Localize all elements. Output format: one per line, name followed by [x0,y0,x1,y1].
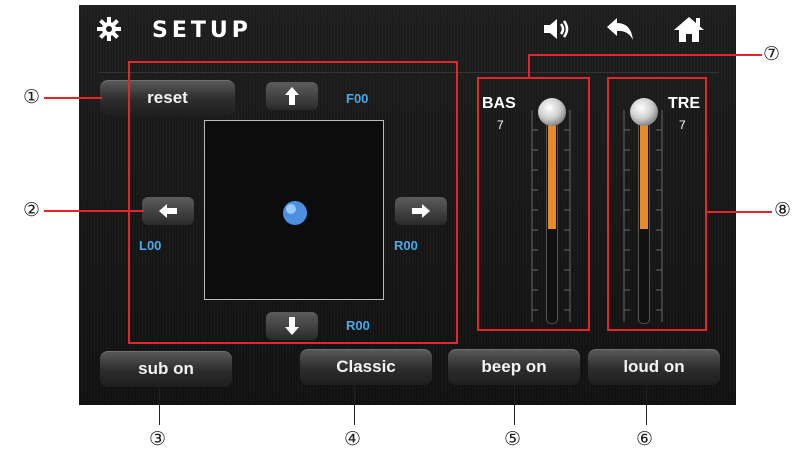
balance-pad[interactable] [204,120,384,300]
callout-line-4 [354,385,355,425]
callout-line-1 [44,97,102,99]
bass-slider-fill [548,113,556,229]
front-button[interactable] [266,82,318,110]
callout-4: ④ [344,428,362,450]
front-value: F00 [346,91,369,106]
bass-value: 7 [497,118,504,132]
arrow-down-icon [285,317,299,335]
callout-line-7a [528,55,530,79]
left-button[interactable] [142,197,194,225]
callout-line-7b [528,54,762,56]
beep-button[interactable]: beep on [448,349,580,385]
callout-line-2 [44,210,144,212]
arrow-up-icon [285,87,299,105]
rear-value: R00 [346,318,370,333]
callout-line-6 [646,385,647,425]
volume-icon[interactable] [540,14,574,44]
bass-label: BAS [482,95,516,112]
callout-7: ⑦ [763,43,781,65]
back-icon[interactable] [603,14,637,44]
bass-slider-knob[interactable] [538,98,566,126]
right-value: R00 [394,238,418,253]
classic-button[interactable]: Classic [300,349,432,385]
treble-label: TRE [668,95,700,112]
treble-value: 7 [679,118,686,132]
left-value: L00 [139,238,162,253]
callout-line-5 [514,385,515,425]
arrow-right-icon [412,204,430,218]
home-icon[interactable] [672,14,706,44]
treble-slider-knob[interactable] [630,98,658,126]
sub-button[interactable]: sub on [100,351,232,387]
callout-1: ① [23,86,41,108]
loud-button[interactable]: loud on [588,349,720,385]
callout-6: ⑥ [636,428,654,450]
treble-slider-track[interactable] [638,110,650,324]
callout-line-3 [159,387,160,425]
callout-5: ⑤ [504,428,522,450]
treble-slider-fill [640,113,648,229]
gear-icon[interactable] [96,16,122,42]
page-title: SETUP [152,18,252,43]
arrow-left-icon [159,204,177,218]
callout-2: ② [23,199,41,221]
right-button[interactable] [395,197,447,225]
callout-3: ③ [149,428,167,450]
callout-8: ⑧ [774,199,792,221]
bass-slider-track[interactable] [546,110,558,324]
callout-line-8 [706,211,772,213]
rear-button[interactable] [266,312,318,340]
